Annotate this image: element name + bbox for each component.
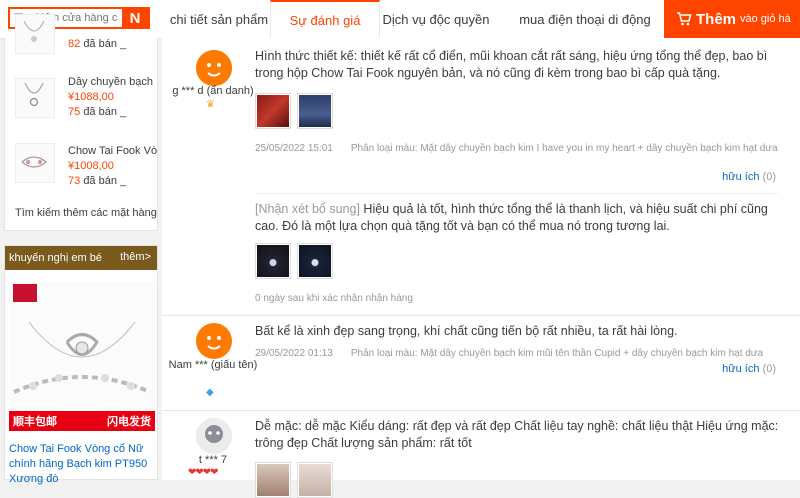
store-search-button[interactable]: N <box>122 9 148 27</box>
user-avatar <box>196 323 232 359</box>
review-meta: 25/05/2022 15:01 Phân loại màu: Mặt dây c… <box>255 143 778 154</box>
product-thumbnail[interactable] <box>15 14 55 54</box>
review-username: Nam *** (giấu tên) <box>168 359 258 371</box>
review-item: g *** d (ẩn danh) ♛ Hình thức thiết kế: … <box>162 38 800 315</box>
recommendation-more-link[interactable]: thêm> <box>120 251 151 263</box>
diamond-badge-icon: ◆ <box>206 387 214 398</box>
followup-photos <box>255 243 333 279</box>
product-price: ¥1008,00 <box>68 160 114 172</box>
product-sold-count: 75 đã bán _ <box>68 106 127 118</box>
product-thumbnail[interactable] <box>15 143 55 183</box>
top-navigation-bar: N chi tiết sản phẩm Sự đánh giá Dịch vụ … <box>0 0 800 39</box>
followup-review-text: [Nhận xét bổ sung] Hiệu quả là tốt, hình… <box>255 202 768 233</box>
find-more-items-link[interactable]: Tìm kiếm thêm các mặt hàng <box>15 207 157 219</box>
crown-badge-icon: ♛ <box>206 99 215 110</box>
review-photos <box>255 93 333 129</box>
product-thumbnail[interactable] <box>15 78 55 118</box>
review-photo[interactable] <box>255 243 291 279</box>
review-meta: 29/05/2022 01:13 Phân loại màu: Mặt dây c… <box>255 348 763 359</box>
review-date: 25/05/2022 15:01 <box>255 143 333 154</box>
review-item: t *** 7 ❤❤❤❤ Dễ mặc: dễ mặc Kiểu dáng: r… <box>162 410 800 498</box>
review-photo[interactable] <box>297 462 333 498</box>
review-photos <box>255 462 333 498</box>
sidebar-product[interactable]: Dây chuyền bạch ¥1088,00 75 đã bán _ <box>5 76 157 136</box>
add-to-cart-label: Thêm <box>696 10 737 28</box>
add-to-cart-button[interactable]: Thêm vào giỏ hà <box>664 0 800 38</box>
recommendation-title: khuyến nghị em bé <box>9 252 102 264</box>
review-text: Bất kể là xinh đẹp sang trọng, khí chất … <box>255 324 678 338</box>
tab-product-details[interactable]: chi tiết sản phẩm <box>160 0 278 38</box>
recommended-product-title[interactable]: Chow Tai Fook Vòng cổ Nữ chính hãng Bạch… <box>9 442 157 487</box>
product-sold-count: 73 đã bán _ <box>68 175 127 187</box>
review-item: Nam *** (giấu tên) ◆ Bất kể là xinh đẹp … <box>162 315 800 410</box>
review-sku: Phân loại màu: Mặt dây chuyền bạch kim m… <box>350 348 764 359</box>
tab-reviews[interactable]: Sự đánh giá <box>270 0 380 38</box>
review-text: Hình thức thiết kế: thiết kế rất cổ điển… <box>255 49 768 80</box>
user-avatar <box>196 50 232 86</box>
tab-buy-on-phone[interactable]: mua điện thoại di động <box>510 0 660 38</box>
followup-time: 0 ngày sau khi xác nhận nhận hàng <box>255 293 413 304</box>
review-username: t *** 7 <box>198 454 228 466</box>
user-avatar <box>196 418 232 454</box>
store-products-panel: 82 đã bán _ Dây chuyền bạch ¥1088,00 75 … <box>4 14 158 231</box>
useful-button[interactable]: hữu ích (0) <box>722 363 776 375</box>
product-price: ¥1088,00 <box>68 91 114 103</box>
recommendation-header: khuyến nghị em bé thêm> <box>5 246 157 270</box>
tab-exclusive-service[interactable]: Dịch vụ độc quyền <box>380 0 492 38</box>
recommended-product-image[interactable] <box>9 282 155 430</box>
review-photo[interactable] <box>297 243 333 279</box>
product-name[interactable]: Dây chuyền bạch <box>68 76 153 88</box>
product-sold-count: 82 đã bán _ <box>68 38 127 50</box>
review-photo[interactable] <box>297 93 333 129</box>
review-username: g *** d (ẩn danh) <box>172 85 254 97</box>
review-photo[interactable] <box>255 93 291 129</box>
sidebar-product[interactable]: Chow Tai Fook Vò ¥1008,00 73 đã bán _ <box>5 141 157 201</box>
heart-badge-icon: ❤❤❤❤ <box>188 467 218 478</box>
free-shipping-label: 顺丰包邮 <box>13 416 57 428</box>
review-sku: Phân loại màu: Mặt dây chuyền bạch kim I… <box>350 143 778 154</box>
followup-label: [Nhận xét bổ sung] <box>255 202 360 216</box>
divider <box>255 193 778 194</box>
fast-delivery-label: 闪电发货 <box>107 416 151 428</box>
review-photo[interactable] <box>255 462 291 498</box>
baby-recommendation-panel: khuyến nghị em bé thêm> 顺丰包邮 闪电发货 Chow T… <box>4 245 158 485</box>
cart-icon <box>677 12 692 26</box>
review-text: Dễ mặc: dễ mặc Kiểu dáng: rất đẹp và rất… <box>255 419 779 450</box>
useful-button[interactable]: hữu ích (0) <box>722 171 776 183</box>
review-date: 29/05/2022 01:13 <box>255 348 333 359</box>
shipping-banner: 顺丰包邮 闪电发货 <box>9 411 155 431</box>
product-name[interactable]: Chow Tai Fook Vò <box>68 145 157 157</box>
reviews-list: g *** d (ẩn danh) ♛ Hình thức thiết kế: … <box>162 38 800 498</box>
add-to-cart-sublabel: vào giỏ hà <box>740 13 791 25</box>
